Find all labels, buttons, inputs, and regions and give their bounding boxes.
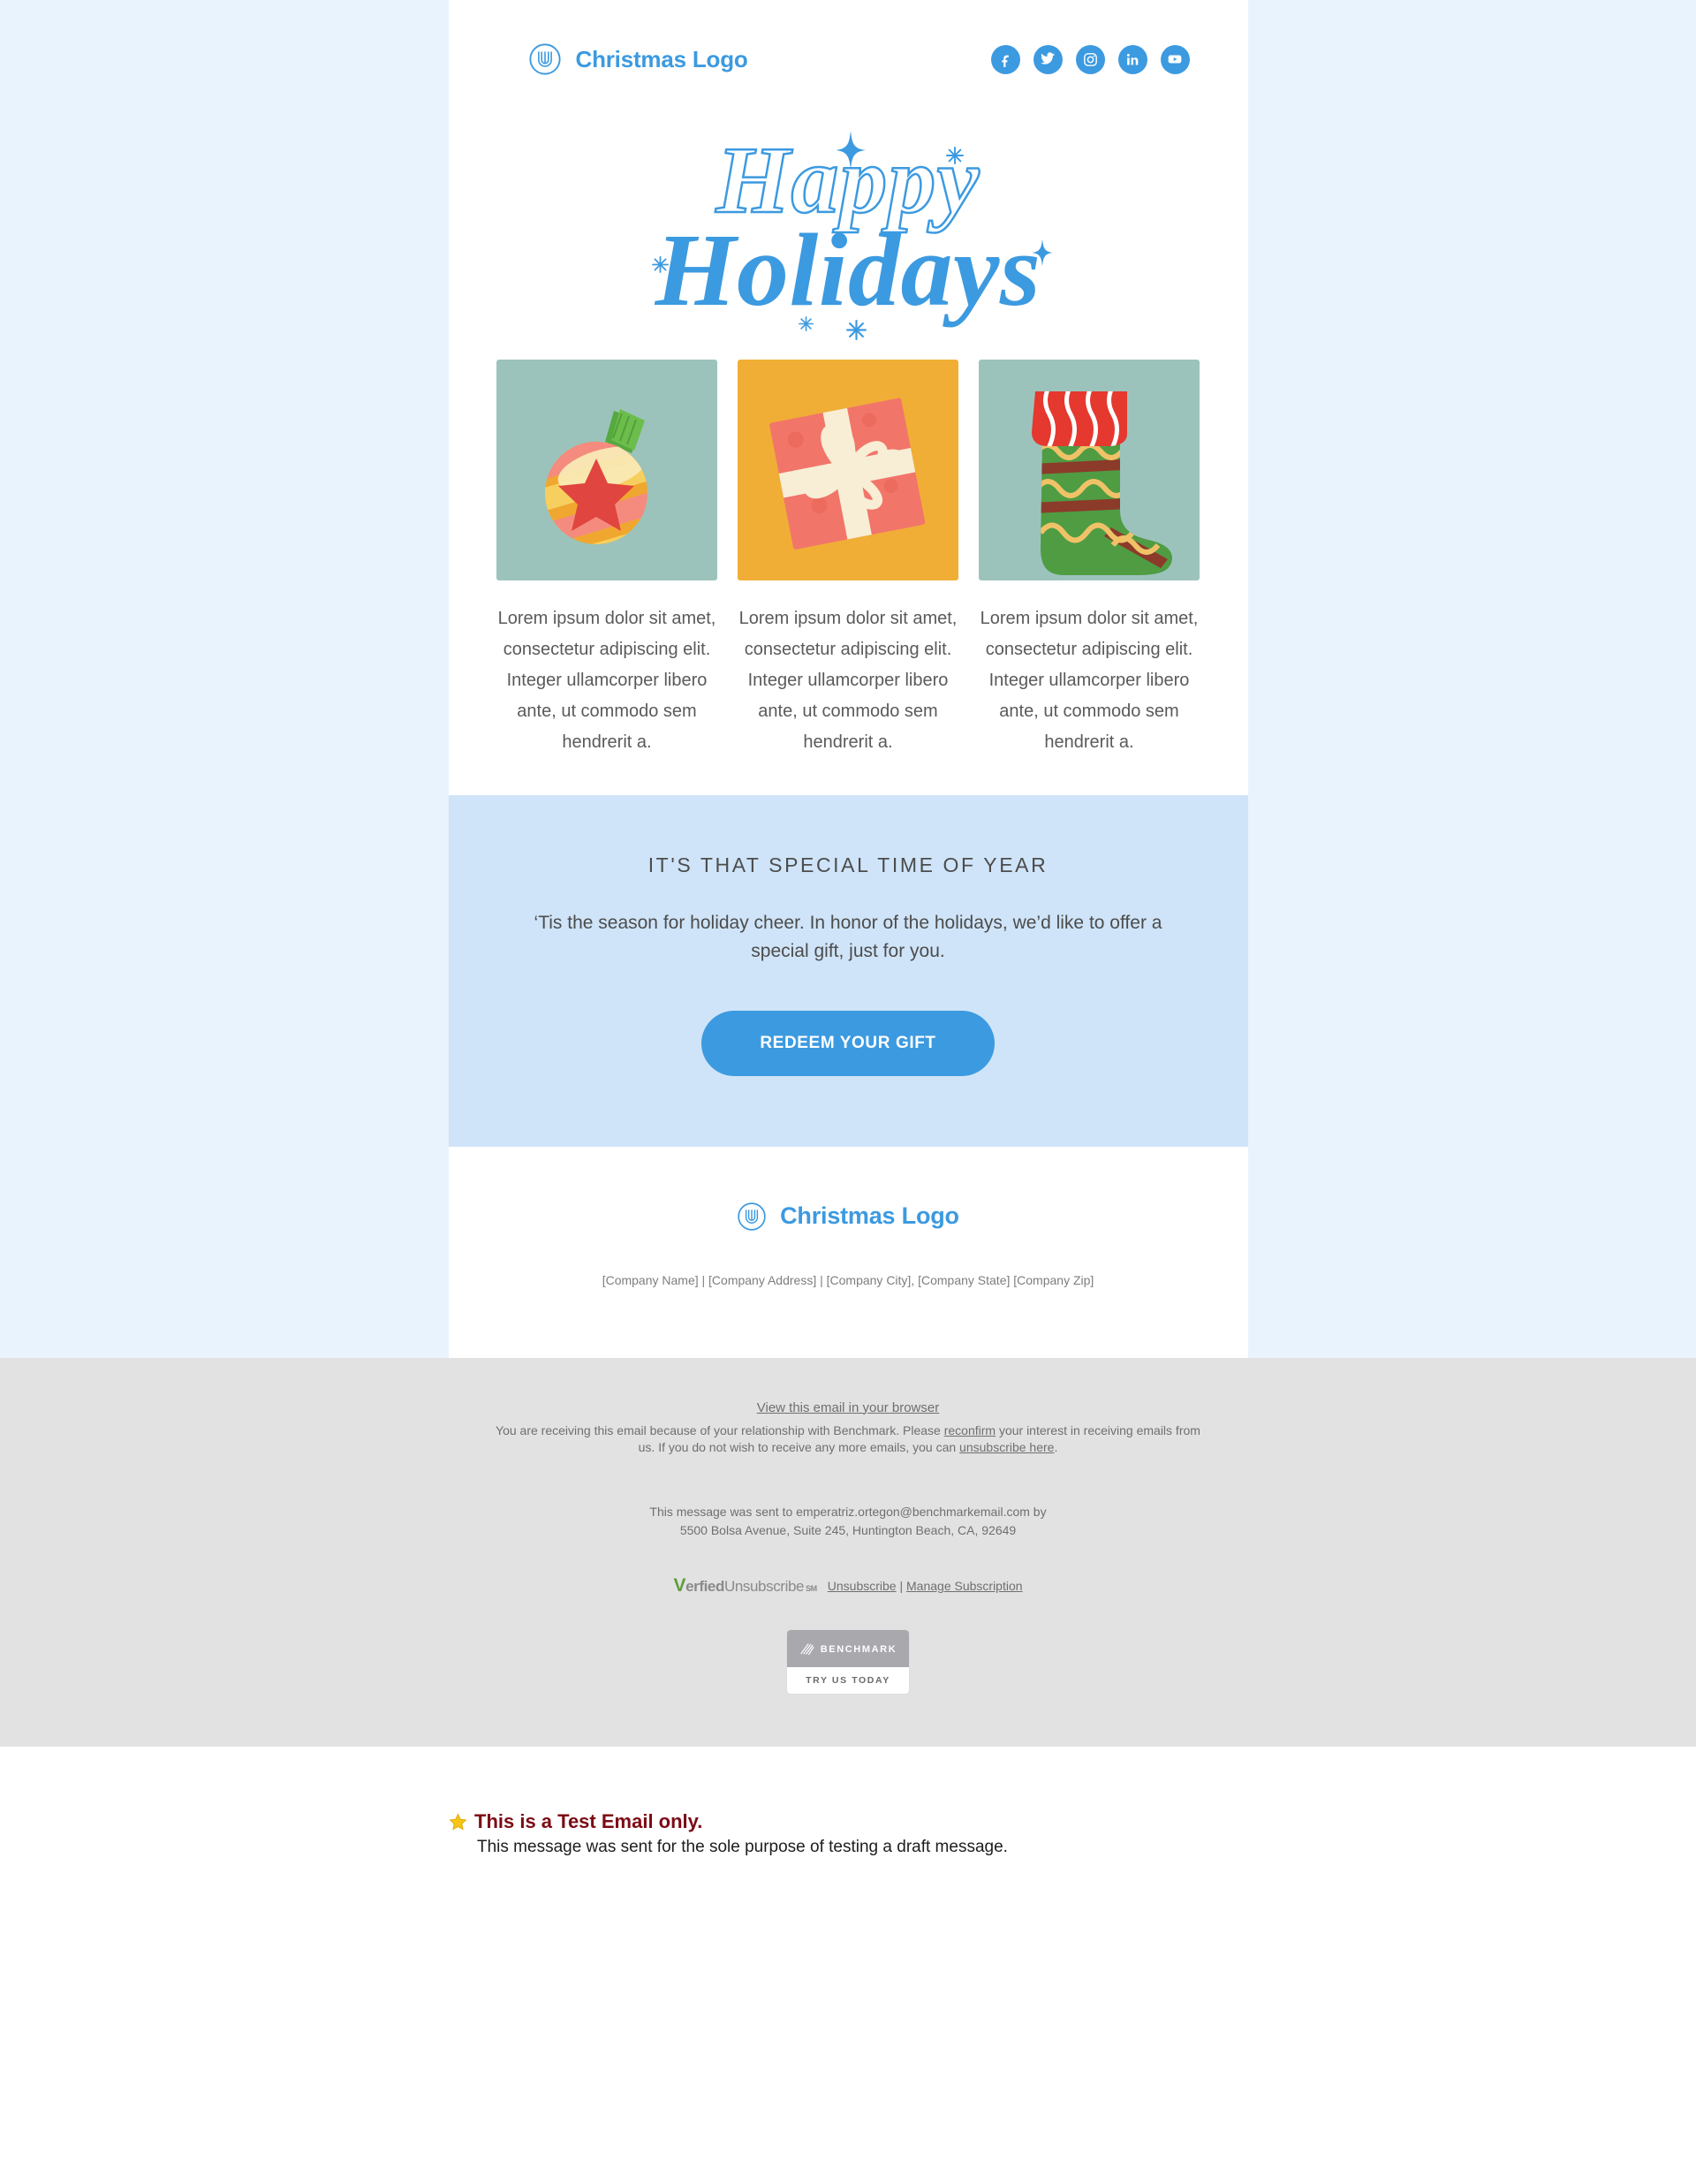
instagram-icon (1083, 52, 1097, 66)
gift-box-illustration-icon (738, 359, 958, 580)
youtube-icon (1168, 55, 1182, 64)
cta-section: IT'S THAT SPECIAL TIME OF YEAR ‘Tis the … (448, 794, 1248, 1147)
feature-card: Lorem ipsum dolor sit amet, consectetur … (979, 359, 1200, 758)
service-mark: SM (806, 1584, 817, 1594)
test-email-notice: This is a Test Email only. This message … (0, 1747, 1696, 1911)
legal-footer: View this email in your browser You are … (0, 1357, 1696, 1748)
star-icon (449, 1813, 467, 1831)
social-facebook-button[interactable] (990, 44, 1020, 74)
sent-to-line-2: 5500 Bolsa Avenue, Suite 245, Huntington… (679, 1523, 1017, 1538)
email-container: Christmas Logo Happy Holidays Lorem ipsu… (448, 0, 1248, 1358)
benchmark-slashes-icon (800, 1643, 814, 1656)
benchmark-badge-cta[interactable]: TRY US TODAY (787, 1667, 909, 1695)
feature-card-image[interactable] (738, 359, 958, 580)
unsubscribe-link[interactable]: Unsubscribe (828, 1579, 897, 1593)
footer-brand-name: Christmas Logo (780, 1202, 959, 1230)
verified-word-2: Unsubscribe (723, 1578, 805, 1596)
view-in-browser-link-row: View this email in your browser (0, 1400, 1696, 1415)
social-youtube-button[interactable] (1160, 44, 1190, 74)
feature-card-text: Lorem ipsum dolor sit amet, consectetur … (980, 608, 1199, 752)
social-linkedin-button[interactable] (1117, 44, 1147, 74)
christmas-stocking-illustration-icon (979, 359, 1200, 580)
reconfirm-link[interactable]: reconfirm (944, 1423, 996, 1437)
unsubscribe-links: Unsubscribe | Manage Subscription (828, 1579, 1023, 1593)
cta-body-text: ‘Tis the season for holiday cheer. In ho… (534, 912, 1162, 962)
test-email-notice-title-row: This is a Test Email only. (449, 1810, 1244, 1833)
company-address: [Company Name] | [Company Address] | [Co… (602, 1272, 1094, 1287)
cta-heading: IT'S THAT SPECIAL TIME OF YEAR (647, 853, 1049, 876)
email-page-background: Christmas Logo Happy Holidays Lorem ipsu… (0, 0, 1696, 1358)
legal-paragraph: You are receiving this email because of … (495, 1422, 1201, 1458)
hero-section: Happy Holidays (449, 102, 1248, 360)
redeem-your-gift-button[interactable]: REDEEM YOUR GIFT (701, 1010, 995, 1076)
hero-wordmark: Happy Holidays (641, 124, 1056, 340)
twitter-icon (1041, 52, 1056, 64)
email-footer: Christmas Logo [Company Name] | [Company… (448, 1146, 1248, 1358)
hero-line-2: Holidays (655, 212, 1041, 329)
christmas-ornament-illustration-icon (496, 359, 717, 580)
test-email-notice-title: This is a Test Email only. (474, 1810, 703, 1833)
social-instagram-button[interactable] (1075, 44, 1105, 74)
sent-to-info: This message was sent to emperatriz.orte… (0, 1503, 1696, 1540)
linkedin-icon (1126, 53, 1138, 65)
feature-card-image[interactable] (496, 359, 717, 580)
verified-unsubscribe-badge: Verfied Unsubscribe SM (673, 1575, 817, 1596)
social-twitter-button[interactable] (1033, 44, 1063, 74)
test-email-notice-subtitle: This message was sent for the sole purpo… (477, 1838, 1008, 1857)
christmas-logo-mark-icon (738, 1202, 766, 1231)
verified-word-1: erfied (685, 1578, 724, 1596)
feature-card: Lorem ipsum dolor sit amet, consectetur … (496, 359, 717, 758)
manage-subscription-link[interactable]: Manage Subscription (906, 1579, 1023, 1593)
sent-to-line-1: This message was sent to emperatriz.orte… (649, 1505, 1047, 1520)
unsubscribe-here-link[interactable]: unsubscribe here (959, 1440, 1054, 1454)
link-separator: | (899, 1579, 904, 1594)
benchmark-badge[interactable]: BENCHMARK TRY US TODAY (787, 1630, 909, 1695)
footer-brand[interactable]: Christmas Logo (737, 1202, 959, 1232)
christmas-logo-mark-icon (528, 43, 561, 75)
legal-text-c: . (1054, 1440, 1058, 1455)
feature-card-text: Lorem ipsum dolor sit amet, consectetur … (497, 608, 716, 752)
social-links (990, 44, 1190, 74)
feature-cards: Lorem ipsum dolor sit amet, consectetur … (449, 359, 1248, 758)
test-email-notice-inner: This is a Test Email only. This message … (449, 1810, 1244, 1857)
legal-text-a: You are receiving this email because of … (496, 1422, 944, 1437)
feature-card-text: Lorem ipsum dolor sit amet, consectetur … (738, 608, 958, 752)
facebook-icon (1001, 55, 1009, 67)
feature-card: Lorem ipsum dolor sit amet, consectetur … (738, 359, 958, 758)
email-header: Christmas Logo (449, 0, 1248, 102)
verified-v-letter: V (673, 1575, 686, 1596)
feature-card-image[interactable] (979, 359, 1200, 580)
benchmark-badge-top: BENCHMARK (787, 1630, 909, 1668)
view-in-browser-link[interactable]: View this email in your browser (757, 1400, 939, 1415)
header-brand-name: Christmas Logo (575, 45, 748, 72)
benchmark-wordmark: BENCHMARK (820, 1643, 897, 1655)
verified-unsubscribe-row: Verfied Unsubscribe SM Unsubscribe | Manag… (0, 1575, 1696, 1596)
header-brand[interactable]: Christmas Logo (528, 42, 748, 76)
